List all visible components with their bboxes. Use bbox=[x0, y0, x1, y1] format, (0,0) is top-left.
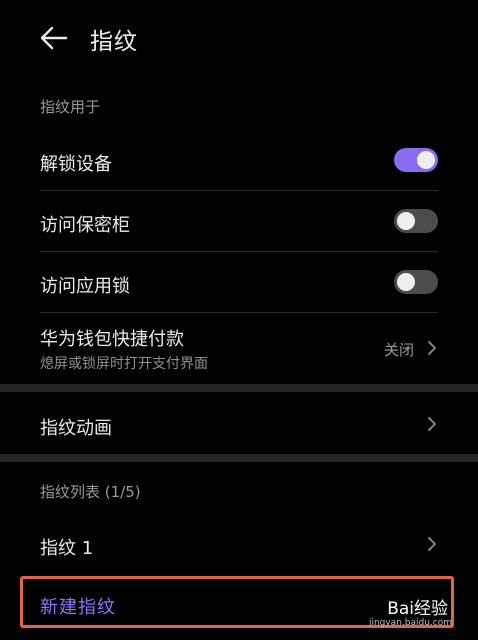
section-separator bbox=[0, 454, 478, 462]
chevron-right-icon bbox=[428, 537, 436, 551]
unlock-device-toggle[interactable] bbox=[394, 148, 438, 172]
access-vault-toggle[interactable] bbox=[394, 209, 438, 233]
section-header-usage: 指纹用于 bbox=[40, 98, 101, 116]
section-separator bbox=[0, 384, 478, 392]
access-applock-label: 访问应用锁 bbox=[40, 276, 130, 297]
toggle-knob bbox=[397, 273, 415, 291]
fingerprint-item[interactable]: 指纹 1 bbox=[0, 514, 478, 574]
chevron-right-icon bbox=[428, 341, 436, 355]
page-title: 指纹 bbox=[90, 29, 138, 55]
access-vault-row[interactable]: 访问保密柜 bbox=[0, 191, 478, 251]
wallet-quick-pay-sublabel: 熄屏或锁屏时打开支付界面 bbox=[40, 356, 208, 372]
access-applock-row[interactable]: 访问应用锁 bbox=[0, 252, 478, 312]
access-applock-toggle[interactable] bbox=[394, 270, 438, 294]
unlock-device-row[interactable]: 解锁设备 bbox=[0, 130, 478, 190]
fingerprint-item-label: 指纹 1 bbox=[40, 538, 94, 559]
toggle-knob bbox=[417, 151, 435, 169]
wallet-quick-pay-label: 华为钱包快捷付款 bbox=[40, 329, 184, 350]
wallet-quick-pay-value: 关闭 bbox=[384, 341, 415, 359]
unlock-device-label: 解锁设备 bbox=[40, 154, 112, 175]
chevron-right-icon bbox=[428, 417, 436, 431]
section-header-fingerprint-list: 指纹列表 (1/5) bbox=[40, 483, 141, 501]
baidu-jingyan-watermark: Bai经验 bbox=[387, 599, 448, 619]
watermark-url: jingyan.baidu.com bbox=[368, 618, 452, 628]
new-fingerprint-label: 新建指纹 bbox=[40, 597, 116, 618]
app-header: 指纹 bbox=[0, 0, 478, 80]
wallet-quick-pay-row[interactable]: 华为钱包快捷付款 熄屏或锁屏时打开支付界面 关闭 bbox=[0, 313, 478, 383]
back-arrow-icon[interactable] bbox=[38, 22, 70, 54]
fingerprint-animation-label: 指纹动画 bbox=[40, 418, 112, 439]
toggle-knob bbox=[397, 212, 415, 230]
fingerprint-animation-row[interactable]: 指纹动画 bbox=[0, 392, 478, 454]
access-vault-label: 访问保密柜 bbox=[40, 215, 130, 236]
